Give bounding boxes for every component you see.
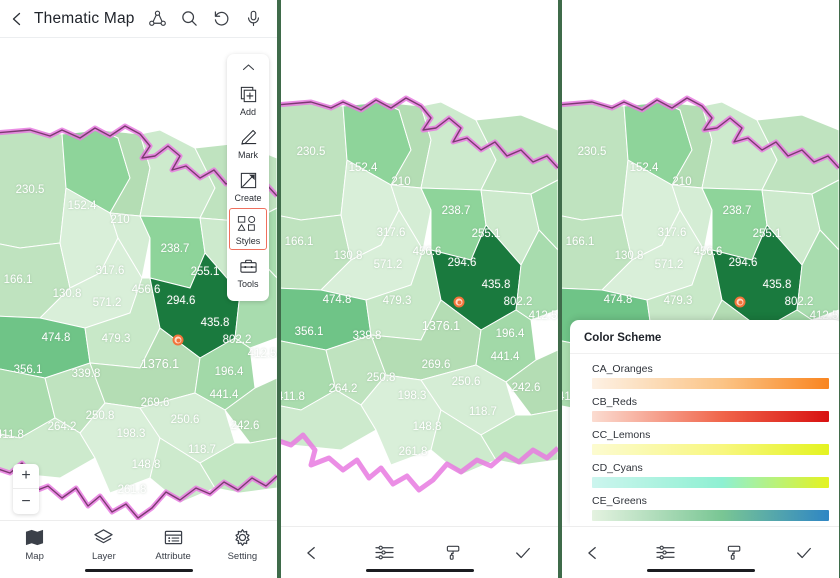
color-scheme-item[interactable]: CC_Lemons [570, 424, 839, 457]
tab-label-layer: Layer [92, 551, 116, 562]
attribute-icon [163, 528, 184, 547]
sliders-icon [655, 543, 676, 562]
color-scheme-gradient [592, 510, 829, 521]
home-indicator [85, 569, 193, 573]
rail-item-styles[interactable]: Styles [227, 207, 269, 250]
arrow-left-icon [305, 544, 327, 562]
color-scheme-item[interactable]: CD_Cyans [570, 457, 839, 490]
search-icon[interactable] [180, 9, 199, 28]
color-scheme-name: CD_Cyans [592, 462, 829, 474]
action-style-button[interactable] [420, 543, 489, 562]
color-scheme-item[interactable]: CB_Reds [570, 391, 839, 424]
microphone-icon[interactable] [244, 9, 263, 28]
color-scheme-name: CB_Reds [592, 396, 829, 408]
arrow-left-icon [586, 544, 608, 562]
rail-collapse-button[interactable] [227, 60, 269, 78]
tab-map[interactable]: Map [0, 528, 69, 562]
rail-label-styles: Styles [236, 236, 261, 246]
color-scheme-item[interactable]: CA_Oranges [570, 358, 839, 391]
tab-layer[interactable]: Layer [69, 528, 138, 562]
map-marker[interactable] [173, 335, 184, 346]
color-scheme-name: CA_Oranges [592, 363, 829, 375]
paint-roller-icon [725, 543, 746, 562]
rail-item-create[interactable]: Create [227, 164, 269, 207]
action-back-button-3[interactable] [562, 544, 631, 562]
app-header: Thematic Map [0, 0, 277, 38]
action-back-button[interactable] [281, 544, 350, 562]
page-title: Thematic Map [34, 10, 135, 28]
color-scheme-gradient [592, 378, 829, 389]
action-style-button-3[interactable] [701, 543, 770, 562]
tab-label-setting: Setting [228, 551, 258, 562]
color-scheme-name: CE_Greens [592, 495, 829, 507]
rail-label-create: Create [234, 193, 261, 203]
panel-style-menu: 230.5152.4210238.7166.1317.6255.1130.845… [281, 0, 558, 578]
color-scheme-gradient [592, 477, 829, 488]
tab-label-map: Map [25, 551, 43, 562]
pencil-icon [239, 126, 258, 148]
map-canvas-2[interactable]: 230.5152.4210238.7166.1317.6255.1130.845… [281, 0, 558, 578]
home-indicator-3 [647, 569, 755, 573]
rail-item-tools[interactable]: Tools [227, 250, 269, 293]
rail-label-add: Add [240, 107, 256, 117]
rail-item-add[interactable]: Add [227, 78, 269, 121]
map-icon [24, 528, 45, 547]
sliders-icon [374, 543, 395, 562]
action-confirm-button[interactable] [489, 544, 558, 562]
rail-item-mark[interactable]: Mark [227, 121, 269, 164]
screenshot-root: Thematic Map [0, 0, 840, 578]
zoom-in-button[interactable]: + [13, 464, 39, 489]
check-icon [512, 544, 534, 562]
undo-icon[interactable] [212, 9, 231, 28]
back-button[interactable] [0, 11, 34, 27]
toolbox-icon [239, 255, 258, 277]
tab-label-attribute: Attribute [155, 551, 190, 562]
sheet-title: Color Scheme [570, 320, 839, 354]
tab-attribute[interactable]: Attribute [139, 528, 208, 562]
node-path-icon[interactable] [148, 9, 167, 28]
map-polygons-2 [281, 0, 558, 520]
zoom-controls[interactable]: + − [13, 464, 39, 514]
map-marker-2[interactable] [454, 297, 465, 308]
color-scheme-gradient [592, 411, 829, 422]
color-scheme-sheet: Color Scheme CA_OrangesCB_RedsCC_LemonsC… [570, 320, 839, 526]
action-params-button-3[interactable] [631, 543, 700, 562]
tab-setting[interactable]: Setting [208, 528, 277, 562]
color-scheme-name: CC_Lemons [592, 429, 829, 441]
rail-label-tools: Tools [237, 279, 258, 289]
gear-icon [232, 528, 253, 547]
rail-label-mark: Mark [238, 150, 258, 160]
panel-map-styles: Thematic Map [0, 0, 277, 578]
chevron-up-icon [242, 63, 255, 72]
create-shape-icon [239, 169, 258, 191]
tool-rail: Add Mark [227, 54, 269, 301]
layers-icon [93, 528, 114, 547]
check-icon [793, 544, 815, 562]
map-marker-3[interactable] [735, 297, 746, 308]
paint-roller-icon [444, 543, 465, 562]
zoom-out-button[interactable]: − [13, 489, 39, 514]
home-indicator-2 [366, 569, 474, 573]
action-params-button[interactable] [350, 543, 419, 562]
color-scheme-item[interactable]: CE_Greens [570, 490, 839, 523]
shapes-icon [237, 212, 259, 234]
color-scheme-list: CA_Oranges CB_Reds CC_Lemons CD_Cyans CE_Gre… [570, 354, 839, 526]
color-scheme-gradient [592, 444, 829, 455]
add-layer-icon [239, 83, 258, 105]
action-confirm-button-3[interactable] [770, 544, 839, 562]
chevron-left-icon [9, 11, 25, 27]
header-icon-group [148, 9, 277, 28]
panel-color-scheme: 230.5152.4210238.7166.1317.6255.1130.845… [562, 0, 839, 578]
